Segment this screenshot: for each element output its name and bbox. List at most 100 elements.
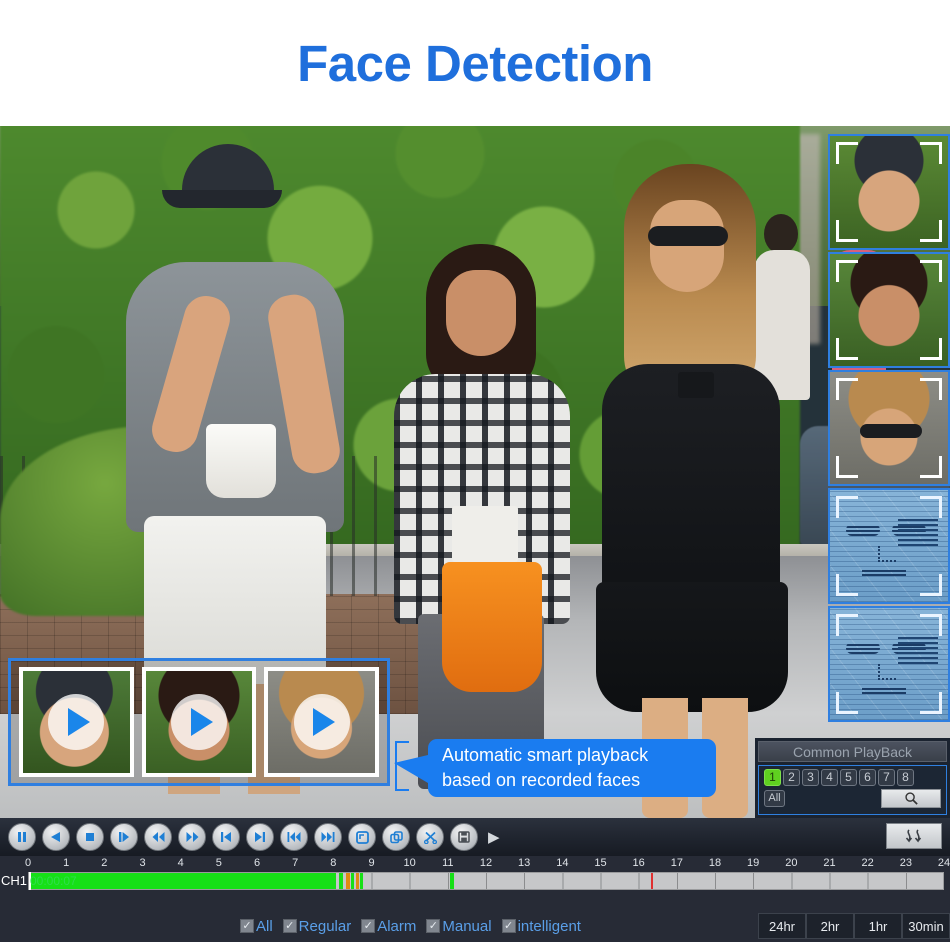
detected-face-card-1[interactable]	[828, 134, 950, 250]
detected-face-card-4[interactable]	[828, 488, 950, 604]
scan-nose-icon	[878, 546, 896, 562]
video-surveillance-view[interactable]: Automatic smart playback based on record…	[0, 126, 950, 818]
timeline-tick-21: 21	[823, 857, 836, 869]
fast-forward-icon	[186, 832, 198, 842]
channel-button-8[interactable]: 8	[897, 769, 914, 786]
scan-nose-icon	[878, 664, 896, 680]
timeline-tick-23: 23	[899, 857, 912, 869]
bracket-icon	[836, 574, 858, 596]
check-icon: ✓	[282, 919, 297, 933]
play-reverse-button[interactable]	[42, 823, 70, 851]
timeline-tick-17: 17	[670, 857, 683, 869]
slow-backward-button[interactable]	[280, 823, 308, 851]
search-button[interactable]	[881, 789, 941, 808]
channel-button-4[interactable]: 4	[821, 769, 838, 786]
stop-button[interactable]	[76, 823, 104, 851]
bracket-icon	[920, 142, 942, 164]
bracket-icon	[920, 614, 942, 636]
scissors-icon	[423, 831, 437, 844]
filter-label-manual: Manual	[442, 917, 492, 935]
filter-checkbox-regular[interactable]: ✓ Regular	[282, 917, 352, 935]
filter-checkbox-intelligent[interactable]: ✓ intelligent	[501, 918, 581, 935]
detected-face-card-5[interactable]	[828, 606, 950, 722]
detected-face-card-3[interactable]	[828, 370, 950, 486]
play-icon[interactable]	[48, 694, 105, 750]
channel-button-row: 1 2 3 4 5 6 7 8	[764, 769, 941, 786]
stop-icon	[86, 833, 94, 841]
timeline-segment-regular-5	[360, 873, 364, 889]
range-button-1hr[interactable]: 1hr	[854, 913, 902, 939]
range-button-2hr[interactable]: 2hr	[806, 913, 854, 939]
scan-mouth-icon	[862, 568, 906, 576]
filter-checkbox-all[interactable]: ✓ All	[240, 918, 273, 935]
bracket-icon	[836, 378, 858, 400]
timeline-tick-4: 4	[177, 857, 184, 869]
slow-forward-button[interactable]	[314, 823, 342, 851]
timeline-tick-22: 22	[861, 857, 874, 869]
play-button[interactable]	[110, 823, 138, 851]
range-button-30min[interactable]: 30min	[902, 913, 950, 939]
fast-forward-button[interactable]	[178, 823, 206, 851]
filter-label-alarm: Alarm	[377, 917, 417, 935]
play-reverse-icon	[51, 832, 60, 842]
play-icon[interactable]	[293, 694, 350, 750]
smart-playback-thumbnail-strip	[8, 658, 390, 786]
filter-label-regular: Regular	[298, 917, 352, 935]
previous-file-button[interactable]	[212, 823, 240, 851]
filter-checkbox-manual[interactable]: ✓ Manual	[426, 917, 492, 935]
playback-mode-toggle-button[interactable]	[886, 823, 942, 849]
pause-button[interactable]	[8, 823, 36, 851]
callout-line-1: Automatic smart playback	[442, 745, 649, 765]
timeline-tick-14: 14	[556, 857, 569, 869]
channel-button-2[interactable]: 2	[783, 769, 800, 786]
check-icon: ✓	[426, 919, 441, 933]
save-button[interactable]	[450, 823, 478, 851]
scan-eye-icon	[846, 642, 880, 654]
timeline-tick-10: 10	[403, 857, 416, 869]
callout-line-2: based on recorded faces	[442, 770, 641, 790]
timeline-tick-2: 2	[101, 857, 108, 869]
next-file-button[interactable]	[246, 823, 274, 851]
check-icon: ✓	[361, 919, 376, 933]
channel-all-button[interactable]: All	[764, 790, 785, 807]
search-icon	[904, 792, 918, 805]
filter-checkbox-alarm[interactable]: ✓ Alarm	[361, 918, 416, 935]
channel-button-7[interactable]: 7	[878, 769, 895, 786]
channel-button-1[interactable]: 1	[764, 769, 781, 786]
detected-faces-panel	[828, 134, 950, 722]
clip-button[interactable]	[416, 823, 444, 851]
channel-button-5[interactable]: 5	[840, 769, 857, 786]
slow-forward-icon	[321, 832, 335, 842]
common-playback-panel: Common PlayBack 1 2 3 4 5 6 7 8 All	[755, 738, 950, 818]
sync-button[interactable]	[382, 823, 410, 851]
playback-thumbnail-2[interactable]	[141, 667, 257, 777]
detected-face-card-2[interactable]	[828, 252, 950, 368]
callout-tail-icon	[394, 755, 428, 783]
timeline-segment-alarm-2	[345, 873, 350, 889]
face-detection-page: Face Detection Automatic smart playback …	[0, 0, 950, 950]
expand-controls-button[interactable]: ▶	[488, 828, 500, 846]
bracket-icon	[836, 692, 858, 714]
scene-person-woman-right	[590, 164, 805, 818]
playback-thumbnail-1[interactable]	[19, 667, 134, 777]
bracket-icon	[920, 378, 942, 400]
timeline-cursor-marker	[651, 873, 654, 889]
timeline-tick-6: 6	[253, 857, 261, 869]
scan-data-icon	[898, 516, 938, 546]
rewind-icon	[152, 832, 164, 842]
playback-thumbnail-3[interactable]	[264, 667, 380, 777]
play-icon[interactable]	[171, 694, 227, 750]
timeline-tick-19: 19	[747, 857, 760, 869]
channel-button-3[interactable]: 3	[802, 769, 819, 786]
bracket-icon	[836, 142, 858, 164]
common-playback-title: Common PlayBack	[758, 741, 947, 762]
range-button-24hr[interactable]: 24hr	[758, 913, 806, 939]
swap-arrows-icon	[905, 829, 922, 843]
timeline-track[interactable]	[28, 872, 944, 890]
timeline-tick-24: 24	[937, 857, 950, 869]
channel-button-6[interactable]: 6	[859, 769, 876, 786]
fullscreen-button[interactable]	[348, 823, 376, 851]
rewind-button[interactable]	[144, 823, 172, 851]
timeline-footer: ✓ All ✓ Regular ✓ Alarm ✓ Manual ✓ intel…	[0, 910, 950, 942]
recording-timeline[interactable]: 0 1 2 3 4 5 6 7 8 9 10 11 12 13 14 15 16 17 18 19 20 21 22 23 24…	[0, 856, 950, 910]
